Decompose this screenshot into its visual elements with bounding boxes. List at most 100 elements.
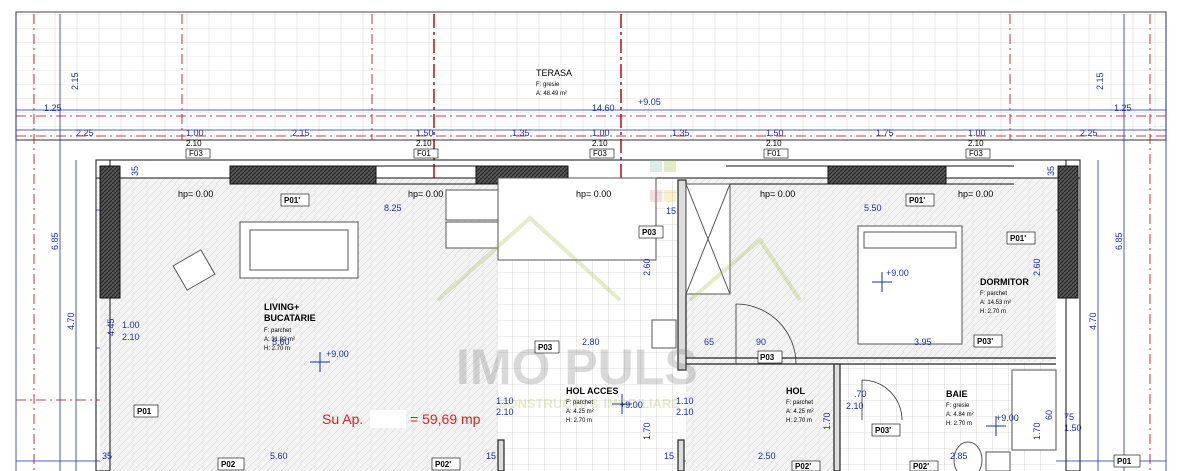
- living-width-dimension: 8.25: [384, 203, 402, 213]
- terrace-floor: F: gresie: [536, 82, 560, 88]
- window-code: F03: [189, 149, 203, 158]
- hol-acces-floor: F: parchet: [566, 400, 593, 406]
- vertical-dimension: 2.60: [1032, 258, 1042, 276]
- row-dimension: 2.80: [582, 337, 600, 347]
- dormitor-area: A: 14.53 m²: [980, 300, 1011, 306]
- door-dimension: 2.10: [676, 407, 694, 417]
- hol-acces-area: A: 4.25 m²: [566, 409, 594, 415]
- sill-height: hp= 0.00: [408, 189, 443, 199]
- vertical-dimension: 1.70: [1032, 422, 1042, 440]
- segment-dimension: 2.15: [292, 128, 310, 138]
- left-inner-dimension: 4.70: [66, 312, 76, 330]
- bottom-dimension: 2.50: [758, 451, 776, 461]
- left-offset-dimension: 1.25: [44, 103, 62, 113]
- dormitor-height: H: 2.70 m: [980, 309, 1006, 315]
- hol-level: +9.00: [620, 400, 643, 410]
- window-code: F03: [969, 149, 983, 158]
- sill-height: hp= 0.00: [958, 189, 993, 199]
- hol-floor: F: parchet: [786, 400, 813, 406]
- bottom-dimension: 15: [664, 451, 674, 461]
- terrace-name: TERASA: [536, 68, 572, 78]
- overall-dimension: 14.60: [592, 103, 615, 113]
- vertical-dimension: 1.70: [822, 412, 832, 430]
- bath-level: +9.00: [996, 413, 1019, 423]
- side-dimension: 35: [1046, 166, 1056, 176]
- door-tag-label: P01': [284, 196, 300, 205]
- vertical-dimension: 1.70: [642, 422, 652, 440]
- door-tag-label: P01: [1117, 457, 1132, 466]
- hol-name: HOL: [786, 386, 806, 396]
- right-inner-dimension: 4.70: [1088, 312, 1098, 330]
- window-width: 2.10: [186, 139, 202, 148]
- segment-dimension: 1.50: [766, 128, 784, 138]
- bottom-dimension: 2.85: [950, 451, 968, 461]
- door-tag-label: P01: [137, 407, 152, 416]
- dormitor-name: DORMITOR: [980, 277, 1029, 287]
- sill-height: hp= 0.00: [576, 189, 611, 199]
- bath-dimension: 1.50: [1064, 423, 1082, 433]
- door-tag-label: P02': [795, 462, 811, 471]
- dormitor-floor: F: parchet: [980, 291, 1007, 297]
- door-tag-label: P01': [909, 196, 925, 205]
- segment-dimension: 1.35: [512, 128, 530, 138]
- hol-acces-height: H: 2.70 m: [566, 418, 592, 424]
- door-dimension: 1.10: [676, 396, 694, 406]
- right-height-dimension: 6.85: [1114, 232, 1124, 250]
- segment-dimension: 2.25: [76, 128, 94, 138]
- vertical-dimension: 60: [1044, 410, 1054, 420]
- terrace-area-label: A: 48.49 m²: [536, 91, 567, 97]
- row-dimension: 90: [756, 337, 766, 347]
- segment-dimension: 1.00: [592, 128, 610, 138]
- redaction-box: [370, 410, 406, 428]
- segment-dimension: 1.00: [186, 128, 204, 138]
- bottom-dimension: 35: [102, 451, 112, 461]
- segment-dimension: 1.35: [672, 128, 690, 138]
- door-tag-label: P03: [760, 353, 775, 362]
- door-tag-label: P02': [913, 462, 929, 471]
- left-mid-dimension: 4.45: [106, 318, 116, 336]
- row-dimension: 5.60: [272, 337, 290, 347]
- segment-dimension: 1.75: [876, 128, 894, 138]
- door-tag-label: P02: [221, 460, 236, 469]
- hol-acces-name: HOL ACCES: [566, 386, 619, 396]
- door-tag-label: P01': [1010, 234, 1026, 243]
- door-dimension: .70: [854, 389, 867, 399]
- terrace-area: [15, 11, 1167, 141]
- bottom-dimension: 5.60: [270, 451, 288, 461]
- hol-area: A: 4.25 m²: [786, 409, 814, 415]
- window-side-dimension: 2.10: [122, 332, 140, 342]
- right-offset-dimension: 1.25: [1114, 103, 1132, 113]
- floor-plan: IMO PULS CONSTRUCTII & IMOBILIARE TERASA…: [15, 11, 1167, 471]
- door-dimension: 2.10: [846, 401, 864, 411]
- living-level: +9.00: [326, 349, 349, 359]
- living-name-2: BUCATARIE: [264, 313, 316, 323]
- total-area-label: Su Ap.: [322, 411, 363, 427]
- segment-dimension: 2.25: [1080, 128, 1098, 138]
- hol-height: H: 2.70 m: [786, 418, 812, 424]
- bath-dimension: 75: [1064, 412, 1074, 422]
- segment-dimension: 1.00: [968, 128, 986, 138]
- baie-floor: F: gresie: [946, 403, 970, 409]
- window-code: F01: [417, 149, 431, 158]
- window-code: F03: [593, 149, 607, 158]
- total-area-value: = 59,69 mp: [410, 411, 481, 427]
- sill-height: hp= 0.00: [178, 189, 213, 199]
- left-outer-dimension: 2.15: [70, 72, 80, 90]
- row-dimension: 3.95: [914, 337, 932, 347]
- door-dimension: 2.10: [496, 407, 514, 417]
- window-width: 2.10: [592, 139, 608, 148]
- bedroom-level: +9.00: [886, 268, 909, 278]
- window-width: 2.10: [416, 139, 432, 148]
- living-floor: F: parchet: [264, 328, 291, 334]
- bedroom-width-dimension: 5.50: [864, 203, 882, 213]
- door-tag-label: P03: [642, 228, 657, 237]
- vertical-dimension: 2.60: [642, 258, 652, 276]
- door-tag-label: P03': [875, 426, 891, 435]
- vertical-dimension: 15: [666, 206, 676, 216]
- window-code: F01: [767, 149, 781, 158]
- living-name: LIVING+: [264, 302, 299, 312]
- terrace-level: +9.05: [638, 97, 661, 107]
- right-outer-dimension: 2.15: [1095, 72, 1105, 90]
- baie-name: BAIE: [946, 389, 968, 399]
- bottom-dimension: 15: [486, 451, 496, 461]
